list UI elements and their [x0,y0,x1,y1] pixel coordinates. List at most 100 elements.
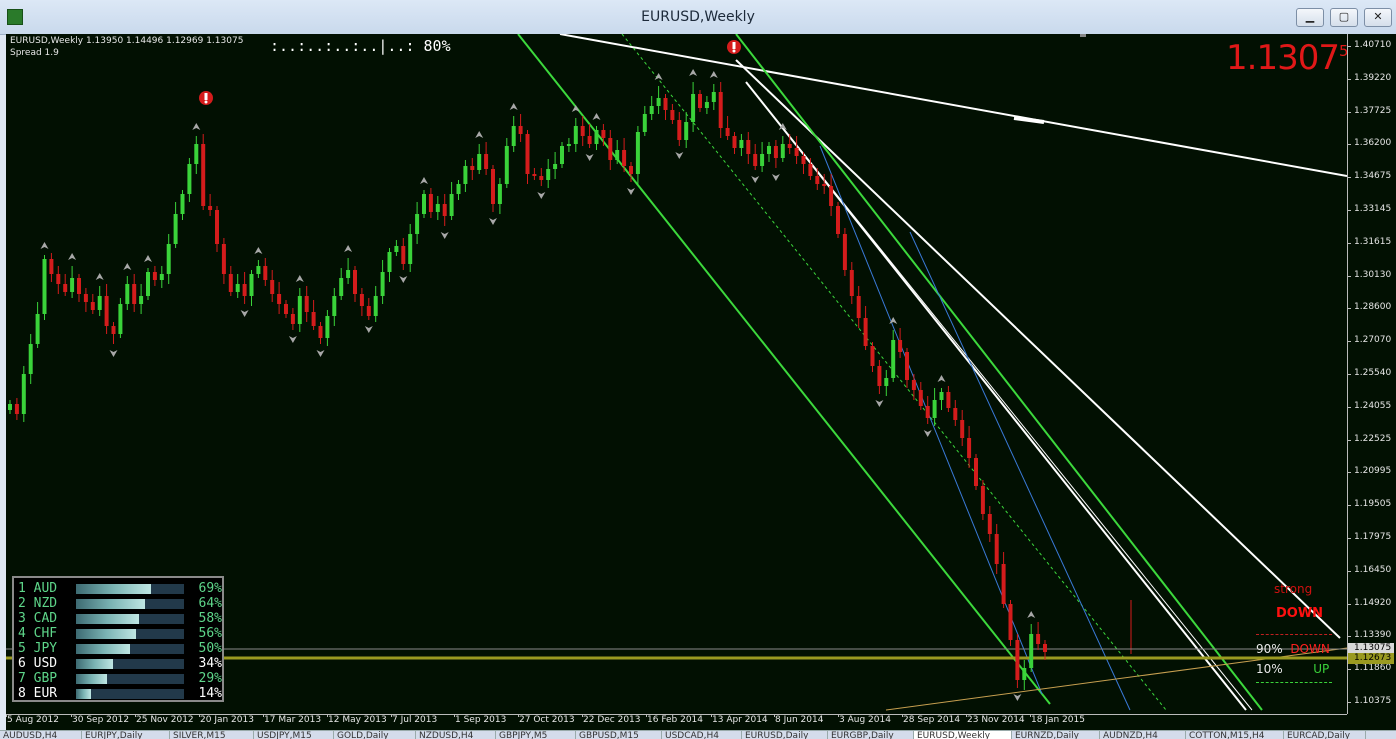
symbol-info: EURUSD,Weekly 1.13950 1.14496 1.12969 1.… [10,35,243,59]
bull-candle [180,194,185,214]
close-button[interactable]: ✕ [1364,8,1392,27]
price-axis-tick [1347,505,1351,507]
signal-direction: DOWN [1276,606,1324,621]
bear-candle [801,156,806,164]
bear-candle [822,184,827,186]
bull-candle [125,284,130,304]
bear-candle [1008,604,1013,640]
bull-candle [573,126,578,144]
bear-candle [284,304,288,314]
time-axis-label: 20 Jan 2013 [200,715,254,725]
resistance-line-upper[interactable] [735,59,1341,639]
fractal-down-arrow-icon [1013,694,1022,701]
bear-candle [1015,640,1020,680]
fractal-up-arrow-icon [475,131,484,138]
bear-candle [132,284,137,304]
price-axis-tick [1347,472,1351,474]
time-axis-label: 16 Feb 2014 [647,715,704,725]
bull-candle [456,184,461,194]
bull-candle [435,204,440,212]
bear-candle [622,150,627,166]
bull-candle [42,259,47,314]
bear-candle [1043,644,1047,652]
bear-candle [829,186,834,206]
bull-candle [346,270,351,278]
price-axis-tick [1347,406,1351,408]
bear-candle [63,284,68,292]
bear-candle [242,284,247,296]
fractal-down-arrow-icon [875,400,884,407]
bear-candle [104,296,109,326]
blue-channel-upper[interactable] [909,231,1131,711]
fractal-up-arrow-icon [123,263,132,270]
bull-candle [194,144,199,164]
bull-candle [332,296,337,316]
resistance-line-thin[interactable] [753,91,1253,711]
bear-candle [290,314,295,324]
price-axis[interactable]: 1.40710 1.39220 1.37725 1.36200 1.34675 1.331… [1347,34,1396,714]
fractal-up-arrow-icon [344,245,353,252]
bear-candle [228,274,233,292]
bear-candle [608,138,613,160]
bull-candle [408,234,413,264]
price-axis-label: 1.27070 [1354,335,1392,346]
signal-divider [1256,634,1332,635]
price-chart[interactable]: EURUSD,Weekly 1.13950 1.14496 1.12969 1.… [6,34,1396,730]
bull-candle [449,194,454,216]
strength-bar-fill [76,674,108,684]
strength-bar-track [76,689,184,699]
fractal-down-arrow-icon [771,174,780,181]
fractal-down-arrow-icon [364,326,373,333]
fractal-up-arrow-icon [192,123,201,130]
restore-button[interactable]: ▢ [1330,8,1358,27]
strength-percent: 69% [198,581,222,596]
time-axis-label: 5 Aug 2012 [7,715,59,725]
bear-candle [773,146,778,158]
bull-candle [380,272,385,296]
bear-candle [111,326,116,334]
bear-candle [49,259,54,274]
price-axis-tick [1347,669,1351,671]
bear-candle [677,120,682,140]
bull-candle [1029,634,1034,668]
green-channel-upper[interactable] [735,34,1263,711]
bar-timer-progress: :..:..:..:..|..: 80% [270,37,451,55]
time-axis[interactable]: 5 Aug 2012 30 Sep 2012 25 Nov 2012 20 Jan 2… [6,714,1347,730]
strength-currency-label: 1 AUD [18,581,58,596]
fractal-down-arrow-icon [537,192,546,199]
price-axis-label: 1.16450 [1354,564,1392,575]
strength-currency-label: 2 NZD [18,596,58,611]
fractal-down-arrow-icon [316,350,325,357]
bear-candle [746,140,751,154]
price-axis-label: 1.37725 [1354,105,1392,116]
price-axis-tick [1347,46,1351,47]
price-axis-label: 1.17975 [1354,532,1392,542]
bear-candle [815,176,820,184]
window-title: EURUSD,Weekly [641,9,755,25]
bear-candle [960,420,965,438]
price-axis-label: 1.30130 [1354,269,1392,280]
bull-candle [739,140,744,148]
strength-percent: 14% [198,686,222,701]
resistance-line-lower[interactable] [745,81,1247,711]
price-axis-label: 1.36200 [1354,138,1392,149]
time-axis-label: 7 Jul 2013 [392,715,438,725]
price-axis-label: 1.22525 [1354,433,1392,444]
bear-candle [953,408,958,420]
bull-candle [422,194,426,214]
strength-bar-fill [76,689,92,699]
strength-bar-track [76,629,184,639]
bull-candle [780,144,785,158]
bear-candle [787,144,792,148]
trendline-handle[interactable] [1013,116,1045,124]
minimize-button[interactable]: ▁ [1296,8,1324,27]
bear-candle [836,206,840,234]
fractal-up-arrow-icon [95,273,104,280]
level-price-tag: 1.12673 [1348,653,1394,664]
bull-candle [767,146,771,154]
bear-candle [753,154,758,166]
strength-bar-track [76,599,184,609]
bear-candle [366,306,371,316]
fractal-down-arrow-icon [627,188,635,195]
bull-candle [649,106,654,114]
